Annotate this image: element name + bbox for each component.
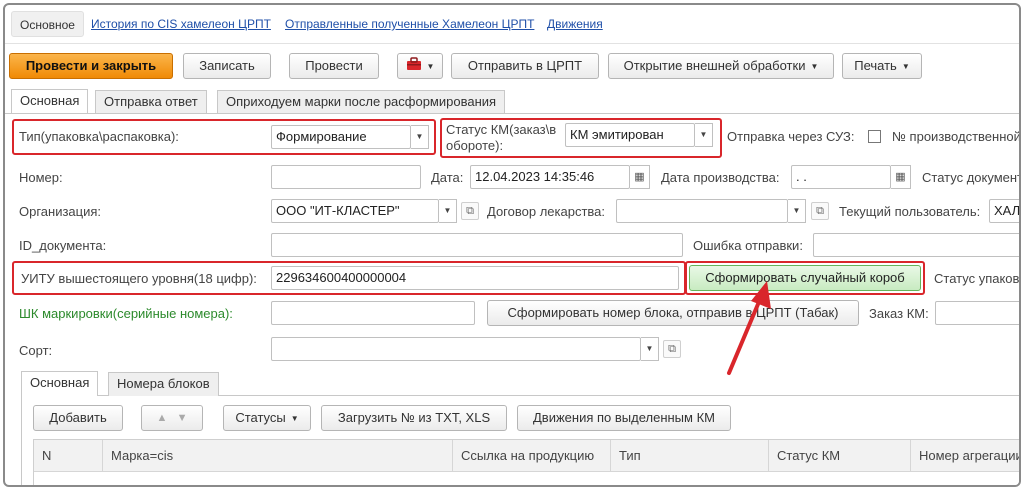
document-window: Основное История по CIS хамелеон ЦРПТ От… <box>3 3 1021 487</box>
pack-status-label: Статус упаков <box>934 271 1020 286</box>
order-km-label: Заказ КМ: <box>869 306 929 321</box>
document-id-input[interactable] <box>271 233 683 257</box>
type-select[interactable]: Формирование <box>271 125 411 149</box>
chevron-down-icon: ▼ <box>426 61 435 71</box>
production-date-input[interactable]: . . <box>791 165 891 189</box>
movements-selected-km-button[interactable]: Движения по выделенным КМ <box>517 405 731 431</box>
nav-link-sent-received[interactable]: Отправленные полученные Хамелеон ЦРПТ <box>285 17 534 31</box>
document-id-label: ID_документа: <box>19 238 107 253</box>
annotation-arrow <box>727 281 771 375</box>
number-label: Номер: <box>19 170 63 185</box>
post-and-close-button[interactable]: Провести и закрыть <box>9 53 173 79</box>
calendar-icon[interactable]: ▦ <box>891 165 911 189</box>
open-external-processing-button[interactable]: Открытие внешней обработки ▼ <box>608 53 834 79</box>
marking-barcode-label: ШК маркировки(серийные номера): <box>19 306 233 321</box>
marking-barcode-input[interactable] <box>271 301 475 325</box>
uitu-input[interactable]: 229634600400000004 <box>271 266 679 290</box>
uitu-label: УИТУ вышестоящего уровня(18 цифр): <box>21 271 257 286</box>
nav-link-movements[interactable]: Движения <box>547 17 603 31</box>
column-header-km-status[interactable]: Статус КМ <box>768 440 910 472</box>
chevron-down-icon: ▼ <box>290 413 299 423</box>
contract-select[interactable] <box>616 199 788 223</box>
sort-label: Сорт: <box>19 343 53 358</box>
subtab-main[interactable]: Основная <box>21 371 99 396</box>
column-header-aggregation-number[interactable]: Номер агрегации <box>910 440 1019 472</box>
post-button[interactable]: Провести <box>289 53 379 79</box>
km-status-label-line2: обороте): <box>446 138 504 153</box>
table-header: N Марка=cis Ссылка на продукцию Тип Стат… <box>34 440 1019 472</box>
km-status-select[interactable]: КМ эмитирован <box>565 123 695 147</box>
tab-send-response[interactable]: Отправка ответ <box>95 90 207 114</box>
column-header-type[interactable]: Тип <box>610 440 768 472</box>
order-km-input[interactable] <box>935 301 1019 325</box>
km-table[interactable]: N Марка=cis Ссылка на продукцию Тип Стат… <box>33 439 1019 485</box>
current-user-input[interactable]: ХАЛИ <box>989 199 1019 223</box>
column-header-product-link[interactable]: Ссылка на продукцию <box>452 440 612 472</box>
chevron-down-icon[interactable]: ▼ <box>695 123 713 147</box>
tab-receive-marks[interactable]: Оприходуем марки после расформирования <box>217 90 506 114</box>
production-date-label: Дата производства: <box>661 170 780 185</box>
send-suz-checkbox[interactable] <box>868 130 881 143</box>
organization-label: Организация: <box>19 204 102 219</box>
tab-baseline <box>5 113 1019 114</box>
number-input[interactable] <box>271 165 421 189</box>
date-input[interactable]: 12.04.2023 14:35:46 <box>470 165 630 189</box>
open-link-icon[interactable]: ⧉ <box>461 202 479 220</box>
open-external-label: Открытие внешней обработки <box>623 58 806 73</box>
subtab-block-numbers[interactable]: Номера блоков <box>108 372 219 396</box>
km-status-label-line1: Статус КМ(заказ\в <box>446 122 557 137</box>
chevron-down-icon[interactable]: ▼ <box>439 199 457 223</box>
arrow-down-icon[interactable]: ▼ <box>177 412 188 424</box>
divider <box>5 43 1019 44</box>
tools-dropdown-button[interactable]: ▼ <box>397 53 443 79</box>
date-label: Дата: <box>431 170 464 185</box>
column-header-n[interactable]: N <box>34 440 102 472</box>
send-suz-label: Отправка через СУЗ: <box>727 129 855 144</box>
send-error-input[interactable] <box>813 233 1019 257</box>
nav-main-tab[interactable]: Основное <box>11 11 84 37</box>
contract-label: Договор лекарства: <box>487 204 606 219</box>
send-error-label: Ошибка отправки: <box>693 238 803 253</box>
generate-block-number-button[interactable]: Сформировать номер блока, отправив в ЦРП… <box>487 300 859 326</box>
save-button[interactable]: Записать <box>183 53 271 79</box>
open-link-icon[interactable]: ⧉ <box>811 202 829 220</box>
arrow-up-icon[interactable]: ▲ <box>157 412 168 424</box>
chevron-down-icon[interactable]: ▼ <box>641 337 659 361</box>
tab-main[interactable]: Основная <box>11 89 89 114</box>
print-button[interactable]: Печать ▼ <box>842 53 922 79</box>
add-button[interactable]: Добавить <box>33 405 123 431</box>
column-header-mark-cis[interactable]: Марка=cis <box>102 440 460 472</box>
open-link-icon[interactable]: ⧉ <box>663 340 681 358</box>
document-status-label: Статус документ <box>922 170 1021 185</box>
organization-select[interactable]: ООО "ИТ-КЛАСТЕР" <box>271 199 439 223</box>
print-label: Печать <box>854 58 897 73</box>
nav-link-cis-history[interactable]: История по CIS хамелеон ЦРПТ <box>91 17 271 31</box>
statuses-button[interactable]: Статусы ▼ <box>223 405 311 431</box>
briefcase-icon <box>406 55 422 79</box>
move-buttons[interactable]: ▲ ▼ <box>141 405 203 431</box>
chevron-down-icon: ▼ <box>901 61 910 71</box>
chevron-down-icon[interactable]: ▼ <box>788 199 806 223</box>
current-user-label: Текущий пользователь: <box>839 204 981 219</box>
load-from-file-button[interactable]: Загрузить № из TXT, XLS <box>321 405 507 431</box>
chevron-down-icon: ▼ <box>810 61 819 71</box>
production-number-label: № производственной <box>892 129 1021 144</box>
sort-select[interactable] <box>271 337 641 361</box>
send-to-crpt-button[interactable]: Отправить в ЦРПТ <box>451 53 599 79</box>
calendar-icon[interactable]: ▦ <box>630 165 650 189</box>
statuses-label: Статусы <box>235 410 286 425</box>
type-label: Тип(упаковка\распаковка): <box>19 129 179 144</box>
chevron-down-icon[interactable]: ▼ <box>411 125 429 149</box>
